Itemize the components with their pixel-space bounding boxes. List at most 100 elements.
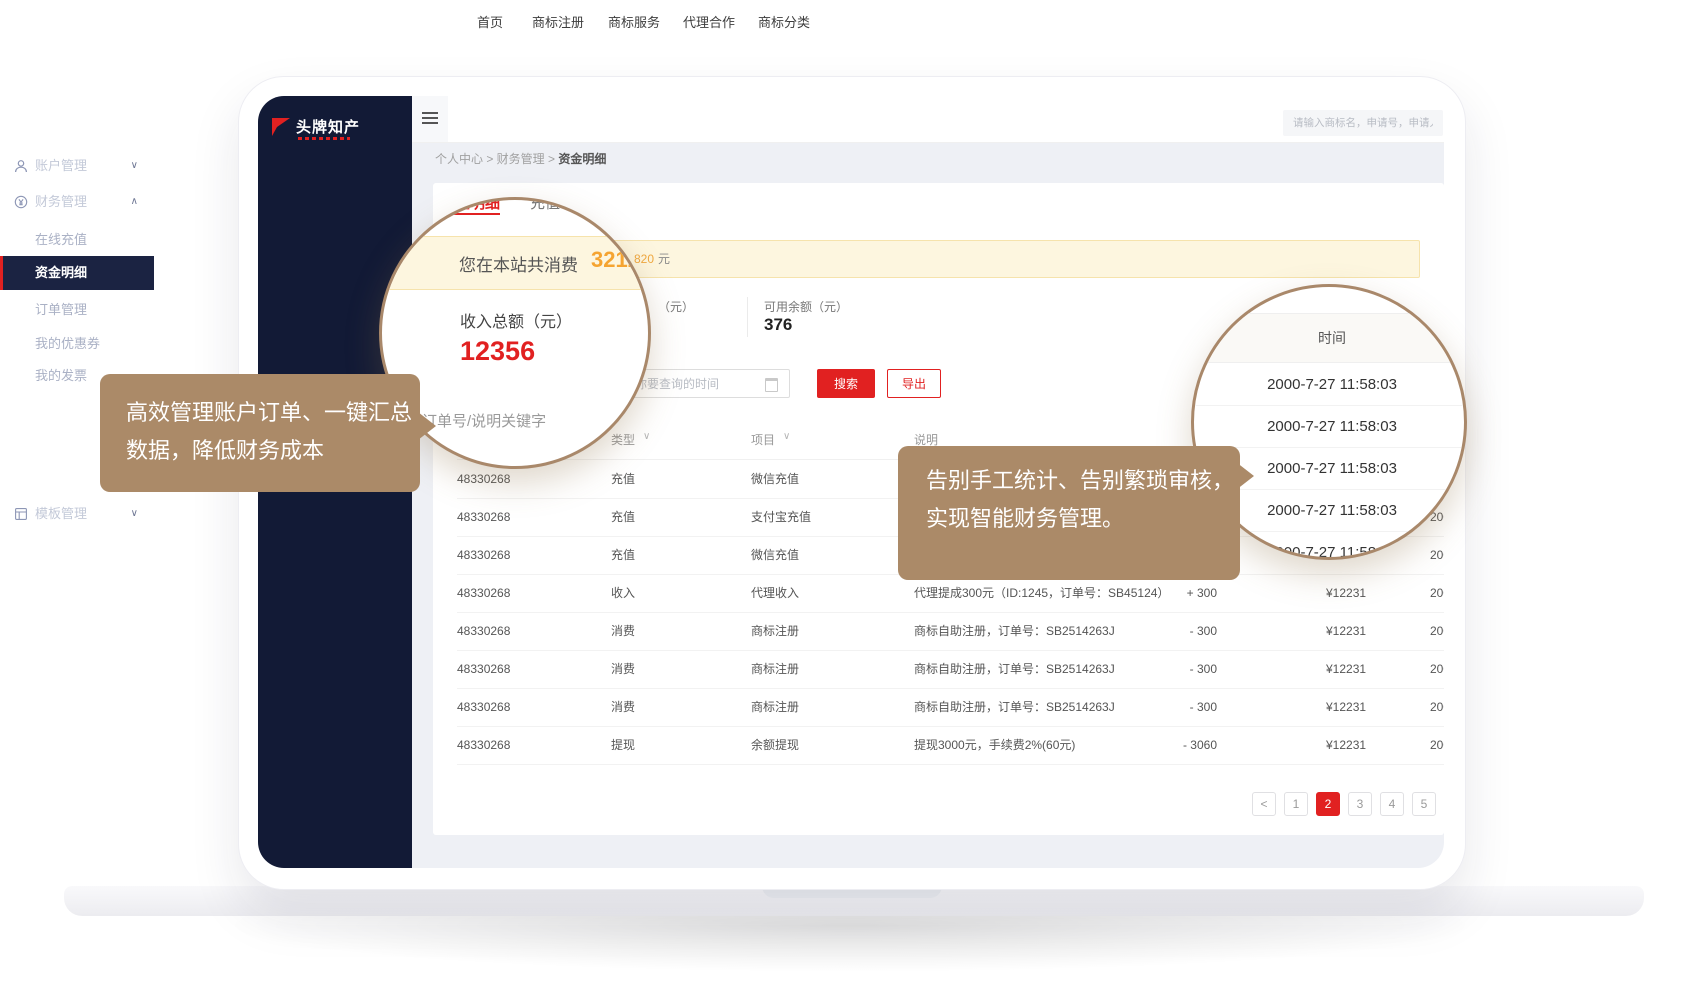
table-row: 48330268 提现 余额提现 提现3000元，手续费2%(60元) - 30… [457,726,1444,765]
sort-caret-icon[interactable]: ∨ [643,431,650,442]
cell-time: 2000-7-27 11:58:03 [1430,574,1444,612]
sidebar-item-account[interactable]: 账户管理 ∨ [0,150,154,182]
breadcrumb-current: 资金明细 [558,152,606,166]
magnified-income-value: 12356 [460,336,535,367]
cell-type: 消费 [611,688,635,726]
logo-flag-icon [272,118,290,136]
marketing-composition: 首页 商标注册 商标服务 代理合作 商标分类 头牌知产 账户管理 ∨ 财务管理 … [0,0,1696,1002]
pagination-page-5[interactable]: 5 [1412,792,1436,816]
pagination-prev-button[interactable]: < [1252,792,1276,816]
cell-order: 48330268 [457,688,510,726]
callout-left-pointer [418,412,436,440]
cell-project: 代理收入 [751,574,799,612]
expense-total-label-fragment: （元） [658,298,694,315]
pagination-page-2-active[interactable]: 2 [1316,792,1340,816]
user-icon [14,159,28,173]
sidebar-item-label: 财务管理 [35,186,87,218]
cell-project: 商标注册 [751,612,799,650]
cell-balance: ¥12231 [1326,650,1366,688]
cell-type: 收入 [611,574,635,612]
col-header-project[interactable]: 项目 [751,431,775,448]
breadcrumb-links[interactable]: 个人中心 > 财务管理 > [435,152,558,166]
cell-time: 2000-7-27 11:58:03 [1430,688,1444,726]
callout-right-pointer [1236,462,1254,490]
col-header-type[interactable]: 类型 [611,431,635,448]
chevron-down-icon: ∨ [131,498,138,530]
sidebar-item-label: 模板管理 [35,498,87,530]
nav-item-trademark-category[interactable]: 商标分类 [758,0,810,46]
cell-type: 提现 [611,726,635,764]
magnified-time-header-strip: 时间 [1194,313,1467,363]
magnified-tab-inactive: 充值明细 [530,197,590,213]
cell-project: 余额提现 [751,726,799,764]
chevron-down-icon: ∨ [131,150,138,182]
magnified-order-header-fragment: 订单号/说明关键字 [422,410,546,431]
cell-amount: - 3060 [1157,726,1217,764]
cell-desc: 提现3000元，手续费2%(60元) [914,726,1075,764]
sidebar-item-label: 我的发票 [35,360,87,392]
magnified-income-label: 收入总额（元） [460,308,572,332]
logo-text: 头牌知产 [296,116,360,137]
cell-type: 充值 [611,498,635,536]
sidebar-item-my-coupons[interactable]: 我的优惠券 [0,328,154,360]
sidebar-item-label: 在线充值 [35,224,87,256]
banner-unit-fragment: 元 [658,241,670,277]
cell-project: 商标注册 [751,688,799,726]
magnified-banner: 您在本站共消费 32124 元 [379,236,651,290]
cell-time: 2000-7-27 11:58:03 [1430,650,1444,688]
cell-project: 商标注册 [751,650,799,688]
nav-item-agent-cooperation[interactable]: 代理合作 [683,0,735,46]
magnified-banner-amount: 32124 [591,247,651,273]
cell-amount: - 300 [1157,612,1217,650]
calendar-icon[interactable] [765,378,778,392]
search-button[interactable]: 搜索 [817,369,875,398]
pagination-page-4[interactable]: 4 [1380,792,1404,816]
hamburger-menu-button[interactable] [412,96,448,142]
breadcrumb: 个人中心 > 财务管理 > 资金明细 [435,150,606,167]
cell-amount: - 300 [1157,650,1217,688]
cell-balance: ¥12231 [1326,612,1366,650]
sidebar-item-order-management[interactable]: 订单管理 [0,294,154,326]
cell-balance: ¥12231 [1326,574,1366,612]
pagination-page-3[interactable]: 3 [1348,792,1372,816]
logo-subtext-decoration [298,137,350,140]
cell-order: 48330268 [457,498,510,536]
magnified-banner-prefix: 您在本站共消费 [459,251,578,276]
template-icon [14,507,28,521]
sidebar-item-label: 账户管理 [35,150,87,182]
export-button[interactable]: 导出 [887,369,941,398]
table-row: 48330268 消费 商标注册 商标自助注册，订单号：SB2514263J -… [457,688,1444,727]
nav-item-home[interactable]: 首页 [477,0,503,46]
magnified-time-header: 时间 [1194,314,1467,362]
cell-amount: - 300 [1157,688,1217,726]
cell-balance: ¥12231 [1326,688,1366,726]
table-row: 48330268 消费 商标注册 商标自助注册，订单号：SB2514263J -… [457,612,1444,651]
cell-time: 2000-7-27 11:58:03 [1430,726,1444,764]
magnified-time-row: 2000-7-27 11:58:03 [1194,364,1467,406]
cell-order: 48330268 [457,536,510,574]
sidebar-item-label: 订单管理 [35,294,87,326]
logo: 头牌知产 [272,116,402,152]
sort-caret-icon[interactable]: ∨ [783,431,790,442]
available-balance-value: 376 [764,315,792,335]
cell-order: 48330268 [457,612,510,650]
sidebar-item-template-management[interactable]: 模板管理 ∨ [0,498,154,530]
cell-type: 消费 [611,612,635,650]
nav-item-trademark-service[interactable]: 商标服务 [608,0,660,46]
nav-item-trademark-register[interactable]: 商标注册 [532,0,584,46]
cell-order: 48330268 [457,726,510,764]
cell-balance: ¥12231 [1326,726,1366,764]
pagination-page-1[interactable]: 1 [1284,792,1308,816]
cell-type: 充值 [611,536,635,574]
sidebar-item-funds-detail-active[interactable]: 资金明细 [0,256,154,290]
trademark-search-input[interactable] [1283,110,1443,136]
callout-right: 告别手工统计、告别繁琐审核，实现智能财务管理。 [898,446,1240,580]
cell-order: 48330268 [457,650,510,688]
chevron-up-icon: ∧ [131,186,138,218]
cell-project: 支付宝充值 [751,498,811,536]
callout-left: 高效管理账户订单、一键汇总数据，降低财务成本 [100,374,420,492]
sidebar-item-online-recharge[interactable]: 在线充值 [0,224,154,256]
magnified-time-row: 2000-7-27 11:58:03 [1194,406,1467,448]
sidebar-item-label: 资金明细 [35,256,87,290]
sidebar-item-finance[interactable]: 财务管理 ∧ [0,186,154,218]
